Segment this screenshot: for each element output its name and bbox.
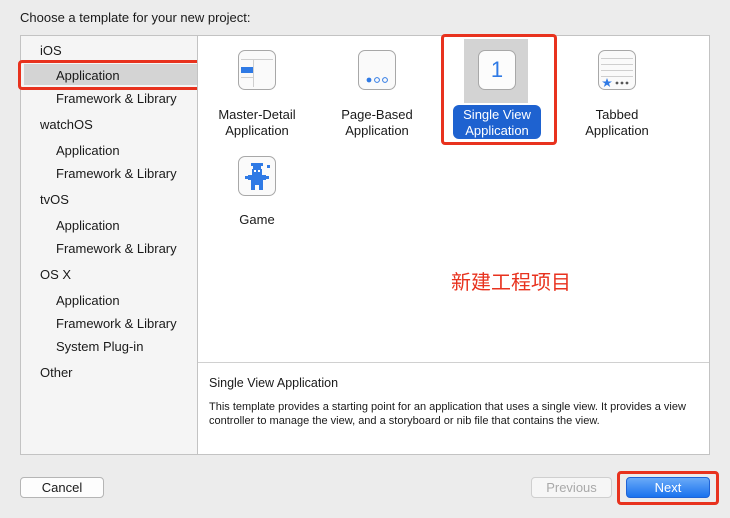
sidebar-category-ios[interactable]: iOS [40,40,62,61]
previous-button[interactable]: Previous [531,477,612,498]
template-label-line1: Master-Detail [218,107,296,122]
sidebar-category-tvos[interactable]: tvOS [40,189,69,210]
template-master-detail[interactable]: Master-Detail Application [197,50,317,140]
sidebar-item-watchos-framework-library[interactable]: Framework & Library [56,163,177,184]
annotation-highlight-single-view [441,34,557,145]
description-divider [198,362,709,363]
page-based-icon [358,50,396,90]
template-tabbed[interactable]: Tabbed Application [557,50,677,140]
sidebar-category-watchos[interactable]: watchOS [40,114,93,135]
sidebar-item-tvos-application[interactable]: Application [56,215,120,236]
description-text: This template provides a starting point … [209,401,686,427]
template-label-line1: Tabbed [595,107,639,122]
description-title: Single View Application [209,376,339,390]
cancel-button[interactable]: Cancel [20,477,104,498]
sidebar-category-other[interactable]: Other [40,362,73,383]
sidebar-item-watchos-application[interactable]: Application [56,140,120,161]
game-icon [238,156,276,196]
sidebar-item-tvos-framework-library[interactable]: Framework & Library [56,238,177,259]
template-label-line2: Application [225,123,289,138]
annotation-new-project-text: 新建工程项目 [451,270,571,294]
template-page-based[interactable]: Page-Based Application [317,50,437,140]
sidebar-category-osx[interactable]: OS X [40,264,71,285]
template-label-line2: Application [345,123,409,138]
master-detail-icon [238,50,276,90]
sidebar-item-osx-application[interactable]: Application [56,290,120,311]
template-label-line1: Game [239,212,275,227]
sidebar-item-ios-framework-library[interactable]: Framework & Library [56,88,177,109]
dialog-title: Choose a template for your new project: [20,10,251,25]
sidebar-item-osx-framework-library[interactable]: Framework & Library [56,313,177,334]
template-label-line2: Application [585,123,649,138]
annotation-highlight-application [18,60,204,90]
template-label-line1: Page-Based [341,107,413,122]
sidebar-item-osx-system-plugin[interactable]: System Plug-in [56,336,143,357]
annotation-highlight-next [617,471,719,505]
template-game[interactable]: Game [197,156,317,231]
tabbed-icon [598,50,636,90]
